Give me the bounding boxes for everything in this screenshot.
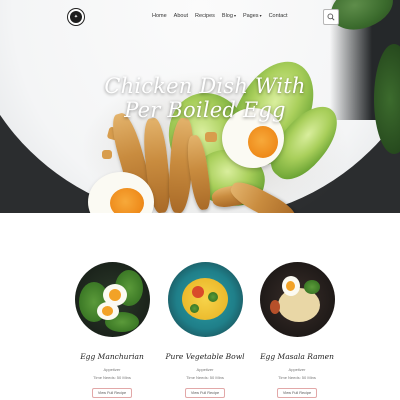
recipe-card: Egg Manchurian Appetizer Time Needs: 50 …: [67, 262, 157, 398]
recipe-time: Time Needs: 50 Mins: [93, 375, 131, 380]
view-recipe-button[interactable]: View Full Recipe: [185, 388, 225, 398]
recipe-card: Egg Masala Ramen Appetizer Time Needs: 5…: [252, 262, 342, 398]
recipe-category: Appetizer: [288, 367, 306, 372]
search-icon: [327, 13, 335, 21]
nav-item-blog[interactable]: Blog▾: [222, 13, 236, 19]
nav-item-pages-label: Pages: [242, 13, 259, 19]
search-button[interactable]: [323, 9, 339, 25]
nav-item-contact[interactable]: Contact: [269, 13, 288, 19]
site-logo[interactable]: ✦: [67, 8, 85, 26]
hero-title-line2: Per Boiled Egg: [124, 98, 286, 122]
chevron-down-icon: ▾: [233, 13, 236, 18]
recipe-time: Time Needs: 50 Mins: [278, 375, 316, 380]
crouton: [102, 150, 112, 159]
hero-title-line1: Chicken Dish With: [104, 74, 306, 98]
view-recipe-button[interactable]: View Full Recipe: [92, 388, 132, 398]
recipe-image[interactable]: [259, 262, 335, 337]
recipe-image[interactable]: [167, 262, 243, 337]
view-recipe-button[interactable]: View Full Recipe: [277, 388, 317, 398]
recipe-category: Appetizer: [196, 367, 214, 372]
recipe-category: Appetizer: [103, 367, 121, 372]
recipes-section: Egg Manchurian Appetizer Time Needs: 50 …: [0, 213, 400, 400]
hero-title: Chicken Dish With Per Boiled Egg: [100, 74, 310, 122]
nav-item-recipes[interactable]: Recipes: [195, 13, 215, 19]
recipe-card: Pure Vegetable Bowl Appetizer Time Needs…: [160, 262, 250, 398]
main-nav: Home About Recipes Blog▾ Pages▾ Contact: [152, 13, 295, 19]
nav-item-about[interactable]: About: [174, 13, 188, 19]
recipe-title[interactable]: Egg Masala Ramen: [252, 352, 342, 361]
chevron-down-icon: ▾: [259, 13, 262, 18]
nav-item-home[interactable]: Home: [152, 13, 167, 19]
hero-banner: Chicken Dish With Per Boiled Egg: [0, 0, 400, 213]
recipe-image[interactable]: [74, 262, 150, 337]
nav-item-blog-label: Blog: [221, 13, 233, 19]
crouton: [205, 132, 217, 142]
recipe-title[interactable]: Pure Vegetable Bowl: [160, 352, 250, 361]
logo-mark: ✦: [70, 11, 82, 23]
recipe-time: Time Needs: 50 Mins: [186, 375, 224, 380]
recipe-title[interactable]: Egg Manchurian: [67, 352, 157, 361]
nav-item-pages[interactable]: Pages▾: [243, 13, 262, 19]
